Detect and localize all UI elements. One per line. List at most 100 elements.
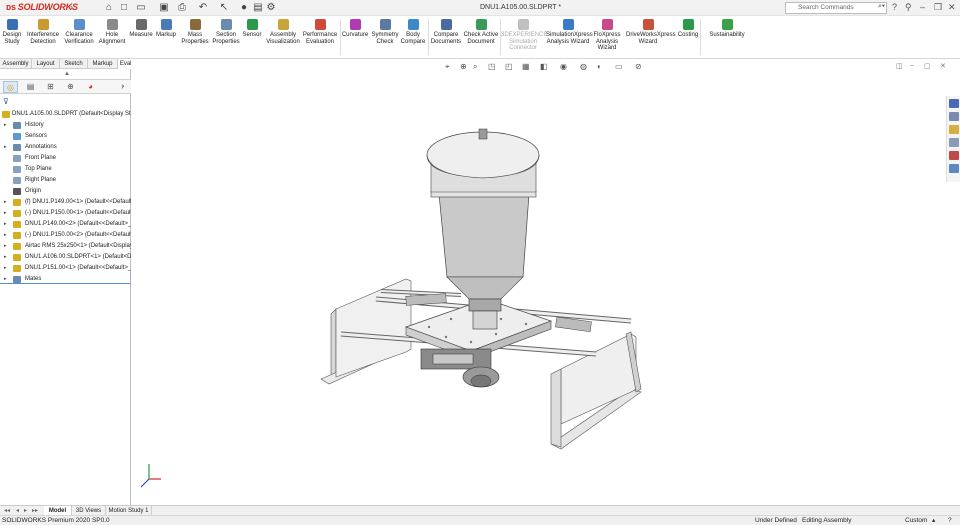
- graphics-area[interactable]: [131, 59, 960, 505]
- check-active-document-button[interactable]: Check Active Document: [459, 19, 503, 45]
- appearances-icon[interactable]: [949, 151, 959, 160]
- options-gear-icon[interactable]: ⚙: [265, 2, 277, 14]
- solidworks-logo[interactable]: ᴅs SOLIDWORKS: [6, 2, 78, 12]
- hide-show-items-icon[interactable]: ◉: [560, 62, 567, 71]
- zoom-to-area-icon[interactable]: ⊕: [460, 62, 467, 71]
- undo-icon[interactable]: ↶: [197, 2, 209, 14]
- units-dropdown-icon[interactable]: ▴: [932, 516, 935, 525]
- viewport-restore-icon[interactable]: ◫: [896, 62, 903, 70]
- 3dexperience-button[interactable]: 3DEXPERIENCE Simulation Connector: [501, 19, 547, 52]
- expand-arrow-icon[interactable]: ▸: [4, 241, 7, 252]
- home-icon[interactable]: ⌂: [103, 2, 115, 14]
- tree-item[interactable]: Top Plane: [0, 164, 131, 175]
- help-icon[interactable]: ?: [892, 2, 897, 12]
- costing-button[interactable]: Costing: [666, 19, 710, 39]
- model-viewport[interactable]: [131, 59, 960, 505]
- file-properties-icon[interactable]: ▤: [252, 2, 264, 14]
- 3d-model[interactable]: [320, 128, 642, 450]
- expand-arrow-icon[interactable]: ▸: [4, 120, 7, 131]
- history-icon: [13, 122, 21, 129]
- expand-arrow-icon[interactable]: ▸: [4, 197, 7, 208]
- custom-properties-icon[interactable]: [949, 164, 959, 173]
- tab-assembly[interactable]: Assembly: [0, 59, 32, 69]
- view-settings-icon[interactable]: ▭: [615, 62, 623, 71]
- previous-view-icon[interactable]: ⌕: [473, 62, 477, 72]
- configuration-manager-tab-icon[interactable]: ⊞: [43, 81, 58, 93]
- expand-arrow-icon[interactable]: ▸: [4, 252, 7, 263]
- apply-scene-icon[interactable]: ◐: [597, 62, 602, 71]
- close-icon[interactable]: ✕: [948, 2, 956, 13]
- tree-item[interactable]: ▸ Airtac RMS 25x250<1> (Default<Display: [0, 241, 131, 252]
- viewport-close-icon[interactable]: ✕: [940, 62, 946, 70]
- tree-item-label: Top Plane: [25, 166, 52, 172]
- help-status-icon[interactable]: ?: [948, 516, 952, 525]
- viewport-maximize-icon[interactable]: ▢: [924, 62, 931, 70]
- rebuild-icon[interactable]: ●: [238, 2, 250, 14]
- tree-rollback-bar[interactable]: [0, 283, 131, 284]
- view-palette-icon[interactable]: [949, 138, 959, 147]
- sustainability-button[interactable]: Sustainability: [705, 19, 749, 39]
- dimxpert-tab-icon[interactable]: ⊕: [63, 81, 78, 93]
- expand-arrow-icon[interactable]: ›: [70, 2, 73, 12]
- edit-appearance-icon[interactable]: ◍: [580, 62, 587, 71]
- floxpress-button[interactable]: FloXpress Analysis Wizard: [585, 19, 629, 52]
- design-library-icon[interactable]: [949, 112, 959, 121]
- feature-manager-tab-icon[interactable]: ◎: [3, 81, 18, 93]
- expand-arrow-icon[interactable]: ▸: [4, 142, 7, 153]
- dynamic-annotation-icon[interactable]: ◰: [505, 62, 513, 71]
- tree-item[interactable]: ▸ History: [0, 120, 131, 131]
- file-explorer-icon[interactable]: [949, 125, 959, 134]
- assembly-visualization-icon: [277, 19, 289, 30]
- filter-icon[interactable]: ⊽: [3, 97, 9, 106]
- zoom-to-fit-icon[interactable]: ⌖: [445, 62, 450, 72]
- annotations-icon: [13, 144, 21, 151]
- view-orientation-icon[interactable]: ▦: [522, 62, 530, 71]
- display-pane-icon[interactable]: ⊘: [635, 62, 642, 71]
- tree-item[interactable]: ▸ (-) DNU1.P150.00<1> (Default<<Default: [0, 208, 131, 219]
- solidworks-resources-icon[interactable]: [949, 99, 959, 108]
- minimize-icon[interactable]: –: [920, 2, 925, 12]
- viewport-minimize-icon[interactable]: –: [910, 62, 914, 69]
- tree-item[interactable]: ▸ DNU1.P149.00<2> (Default<<Default>_I: [0, 219, 131, 230]
- tree-item[interactable]: ▸ DNU1.A106.00.SLDPRT<1> (Default<Dis: [0, 252, 131, 263]
- panel-expand-chevron-icon[interactable]: ›: [122, 83, 124, 90]
- open-icon[interactable]: ▭: [135, 2, 147, 14]
- tree-item[interactable]: ▸ DNU1.P151.00<1> (Default<<Default>_I: [0, 263, 131, 274]
- part-icon: [13, 232, 21, 239]
- tree-item[interactable]: Sensors: [0, 131, 131, 142]
- hole-alignment-icon: [106, 19, 118, 30]
- simulationxpress-button[interactable]: SimulationXpress Analysis Wizard: [546, 19, 593, 45]
- tree-item[interactable]: ▸ (f) DNU1.P149.00<1> (Default<<Default: [0, 197, 131, 208]
- ribbon-button-label: Costing: [677, 32, 699, 38]
- search-options-icon[interactable]: ⌕▾: [878, 3, 885, 11]
- tab-markup[interactable]: Markup: [88, 59, 118, 69]
- select-icon[interactable]: ↖: [218, 2, 230, 14]
- sensors-icon: [13, 133, 21, 140]
- expand-arrow-icon[interactable]: ▸: [4, 263, 7, 274]
- property-manager-tab-icon[interactable]: ▤: [23, 81, 38, 93]
- pin-icon[interactable]: ⚲: [905, 2, 912, 13]
- tree-item[interactable]: Origin: [0, 186, 131, 197]
- expand-arrow-icon[interactable]: ▸: [4, 208, 7, 219]
- restore-icon[interactable]: ❐: [934, 2, 942, 13]
- tab-layout[interactable]: Layout: [32, 59, 60, 69]
- expand-arrow-icon[interactable]: ▸: [4, 219, 7, 230]
- units-selector[interactable]: Custom: [905, 516, 927, 525]
- display-manager-tab-icon[interactable]: ◕: [83, 81, 98, 93]
- expand-arrow-icon[interactable]: ▸: [4, 230, 7, 241]
- compare-documents-icon: [440, 19, 452, 30]
- tree-root[interactable]: DNU1.A105.00.SLDPRT (Default<Display Sta…: [0, 109, 131, 120]
- section-view-icon[interactable]: ◳: [488, 62, 496, 71]
- print-icon[interactable]: ⎙: [176, 2, 188, 14]
- display-style-icon[interactable]: ◧: [540, 62, 548, 71]
- tree-item[interactable]: ▸ (-) DNU1.P150.00<2> (Default<<Default: [0, 230, 131, 241]
- tree-item[interactable]: ▸ Annotations: [0, 142, 131, 153]
- new-document-icon[interactable]: □: [118, 2, 130, 14]
- driveworksxpress-button[interactable]: DriveWorksXpress Wizard: [626, 19, 676, 45]
- search-commands-input[interactable]: Search Commands: [785, 2, 887, 14]
- tree-item[interactable]: Right Plane: [0, 175, 131, 186]
- tab-sketch[interactable]: Sketch: [60, 59, 88, 69]
- tree-item[interactable]: Front Plane: [0, 153, 131, 164]
- collapse-arrow-icon[interactable]: ▲: [64, 71, 70, 77]
- save-icon[interactable]: ▣: [158, 2, 170, 14]
